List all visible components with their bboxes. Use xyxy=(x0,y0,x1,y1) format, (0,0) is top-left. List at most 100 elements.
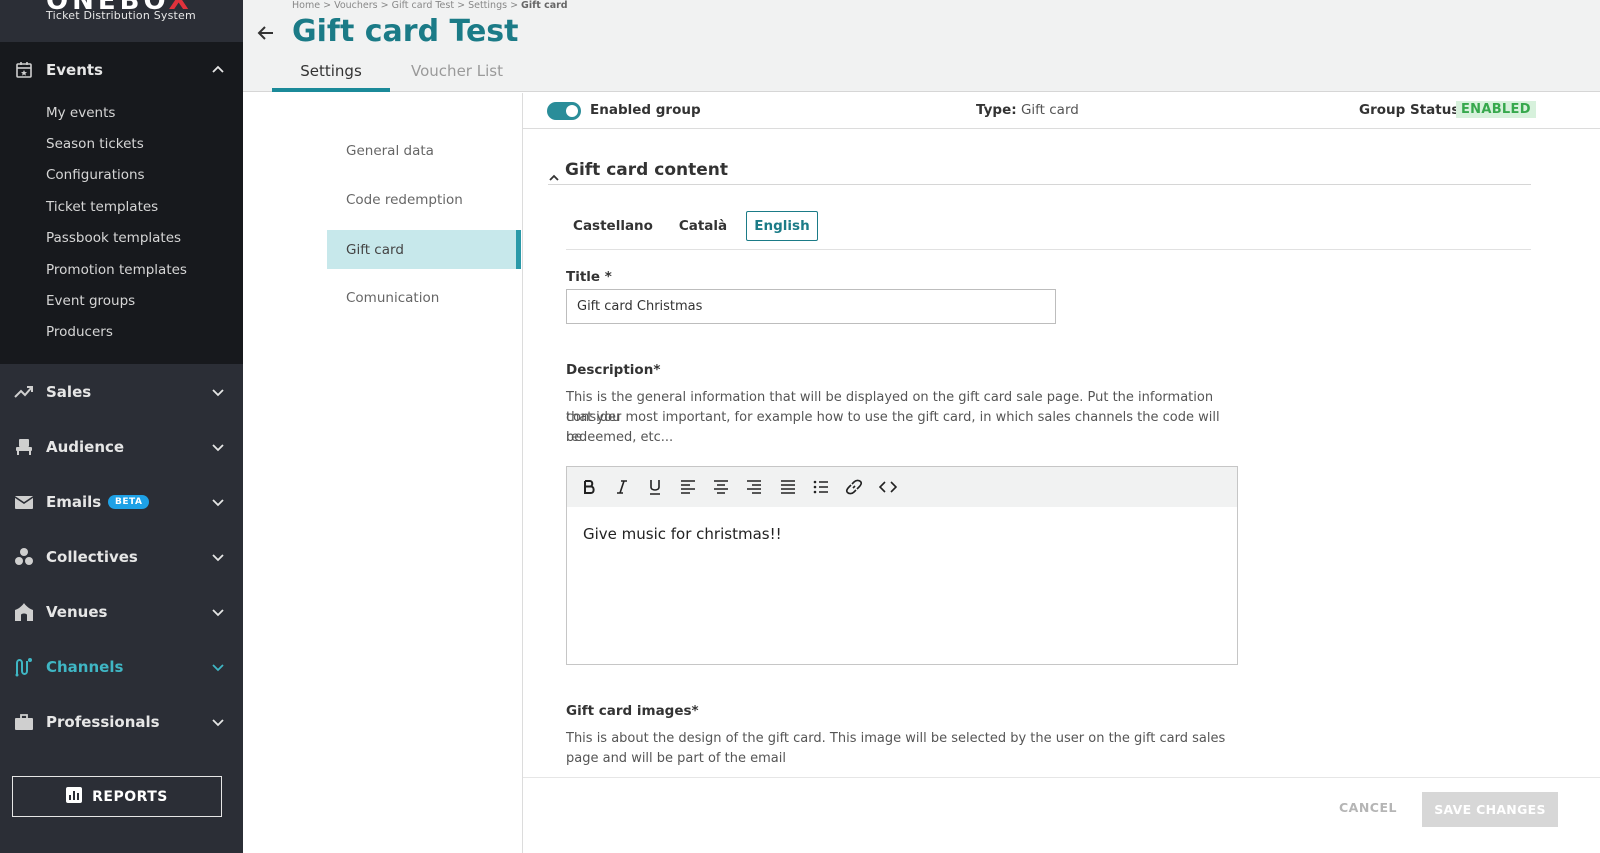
title-input[interactable] xyxy=(566,289,1056,324)
chevron-down-icon[interactable] xyxy=(210,439,226,455)
sidebar: ONEBOX Ticket Distribution System Events… xyxy=(0,0,243,853)
nav-professionals[interactable]: Professionals xyxy=(0,702,243,742)
breadcrumb-current: Gift card xyxy=(521,0,568,11)
underline-icon[interactable] xyxy=(644,477,666,497)
breadcrumb-settings[interactable]: Settings xyxy=(468,0,507,11)
section-title[interactable]: Gift card content xyxy=(565,160,728,180)
images-help-line-2: page and will be part of the email xyxy=(566,751,786,766)
breadcrumb: Home > Vouchers > Gift card Test > Setti… xyxy=(292,0,568,11)
link-icon[interactable] xyxy=(843,477,865,497)
cancel-button[interactable]: CANCEL xyxy=(1339,800,1397,815)
chevron-down-icon[interactable] xyxy=(210,549,226,565)
tab-settings[interactable]: Settings xyxy=(272,62,390,92)
description-label: Description* xyxy=(566,362,661,378)
chevron-down-icon[interactable] xyxy=(210,659,226,675)
align-center-icon[interactable] xyxy=(710,477,732,497)
bar-chart-icon xyxy=(66,786,83,807)
breadcrumb-gift-card-test[interactable]: Gift card Test xyxy=(392,0,454,11)
status-badge: ENABLED xyxy=(1456,101,1536,118)
nav-events-label: Events xyxy=(46,61,103,79)
nav-sales-label: Sales xyxy=(46,383,92,401)
divider xyxy=(566,249,1531,250)
nav-sub-my-events[interactable]: My events xyxy=(46,105,115,121)
brand: ONEBOX Ticket Distribution System xyxy=(0,0,243,42)
editor-toolbar xyxy=(567,467,1237,507)
align-left-icon[interactable] xyxy=(677,477,699,497)
seat-icon xyxy=(14,437,34,457)
nav-sub-producers[interactable]: Producers xyxy=(46,324,113,340)
nav-sub-promotion-templates[interactable]: Promotion templates xyxy=(46,262,187,278)
type-value: Gift card xyxy=(1020,102,1079,118)
chevron-down-icon[interactable] xyxy=(210,384,226,400)
page-header: Home > Vouchers > Gift card Test > Setti… xyxy=(243,0,1600,92)
page-title: Gift card Test xyxy=(292,14,519,49)
group-status-label: Group Status: xyxy=(1359,102,1465,118)
code-icon[interactable] xyxy=(877,477,899,497)
editor-content[interactable]: Give music for christmas!! xyxy=(583,525,782,543)
type-label: Type: xyxy=(976,102,1017,118)
breadcrumb-home[interactable]: Home xyxy=(292,0,320,11)
description-help-line-3: redeemed, etc... xyxy=(566,430,674,445)
tab-voucher-list[interactable]: Voucher List xyxy=(398,62,516,92)
nav-sub-ticket-templates[interactable]: Ticket templates xyxy=(46,199,158,215)
nav-audience-label: Audience xyxy=(46,438,125,456)
nav-venues[interactable]: Venues xyxy=(0,592,243,632)
enabled-group-toggle[interactable] xyxy=(547,102,581,120)
nav-sales[interactable]: Sales xyxy=(0,372,243,412)
nav-emails[interactable]: Emails BETA xyxy=(0,482,243,522)
chevron-down-icon[interactable] xyxy=(210,714,226,730)
beta-badge: BETA xyxy=(108,495,150,509)
divider xyxy=(548,184,1531,185)
calendar-star-icon xyxy=(14,60,34,80)
events-section: Events My events Season tickets Configur… xyxy=(0,42,243,364)
chevron-up-icon[interactable] xyxy=(549,167,559,181)
images-help-line-1: This is about the design of the gift car… xyxy=(566,731,1226,746)
align-right-icon[interactable] xyxy=(743,477,765,497)
trending-up-icon xyxy=(14,382,34,402)
chevron-down-icon[interactable] xyxy=(210,604,226,620)
group-type: Type: Gift card xyxy=(976,102,1079,118)
enabled-group-label: Enabled group xyxy=(590,102,701,118)
nav-audience[interactable]: Audience xyxy=(0,427,243,467)
menu-code-redemption[interactable]: Code redemption xyxy=(327,180,521,219)
nav-professionals-label: Professionals xyxy=(46,713,160,731)
nav-sub-event-groups[interactable]: Event groups xyxy=(46,293,135,309)
lang-tab-catala[interactable]: Català xyxy=(668,211,738,241)
group-info-bar: Enabled group Type: Gift card Group Stat… xyxy=(523,93,1600,129)
nav-events[interactable]: Events xyxy=(0,50,243,90)
menu-comunication[interactable]: Comunication xyxy=(327,278,521,317)
nav-collectives[interactable]: Collectives xyxy=(0,537,243,577)
italic-icon[interactable] xyxy=(611,477,633,497)
nav-venues-label: Venues xyxy=(46,603,108,621)
back-arrow-icon[interactable] xyxy=(256,23,276,43)
nav-channels-label: Channels xyxy=(46,658,124,676)
menu-general-data[interactable]: General data xyxy=(327,131,521,170)
settings-menu: General data Code redemption Gift card C… xyxy=(243,93,523,853)
action-footer: CANCEL SAVE CHANGES xyxy=(523,777,1600,853)
nav-channels[interactable]: Channels xyxy=(0,647,243,687)
briefcase-icon xyxy=(14,712,34,732)
chevron-down-icon[interactable] xyxy=(210,494,226,510)
group-icon xyxy=(14,547,34,567)
title-label: Title * xyxy=(566,269,612,285)
bold-icon[interactable] xyxy=(578,477,600,497)
breadcrumb-vouchers[interactable]: Vouchers xyxy=(334,0,378,11)
menu-gift-card[interactable]: Gift card xyxy=(327,230,521,269)
save-changes-button[interactable]: SAVE CHANGES xyxy=(1422,792,1558,827)
lang-tab-english[interactable]: English xyxy=(746,211,818,241)
chevron-up-icon[interactable] xyxy=(210,62,226,78)
nav-sub-season-tickets[interactable]: Season tickets xyxy=(46,136,144,152)
description-editor[interactable]: Give music for christmas!! xyxy=(566,466,1238,665)
lang-tab-castellano[interactable]: Castellano xyxy=(566,211,660,241)
align-justify-icon[interactable] xyxy=(777,477,799,497)
venue-icon xyxy=(14,602,34,622)
reports-button[interactable]: REPORTS xyxy=(12,776,222,817)
bullet-list-icon[interactable] xyxy=(810,477,832,497)
nav-sub-configurations[interactable]: Configurations xyxy=(46,167,145,183)
brand-subtitle: Ticket Distribution System xyxy=(46,9,196,22)
mail-icon xyxy=(14,492,34,512)
reports-label: REPORTS xyxy=(92,788,168,805)
images-label: Gift card images* xyxy=(566,703,699,719)
nav-sub-passbook-templates[interactable]: Passbook templates xyxy=(46,230,181,246)
nav-collectives-label: Collectives xyxy=(46,548,138,566)
